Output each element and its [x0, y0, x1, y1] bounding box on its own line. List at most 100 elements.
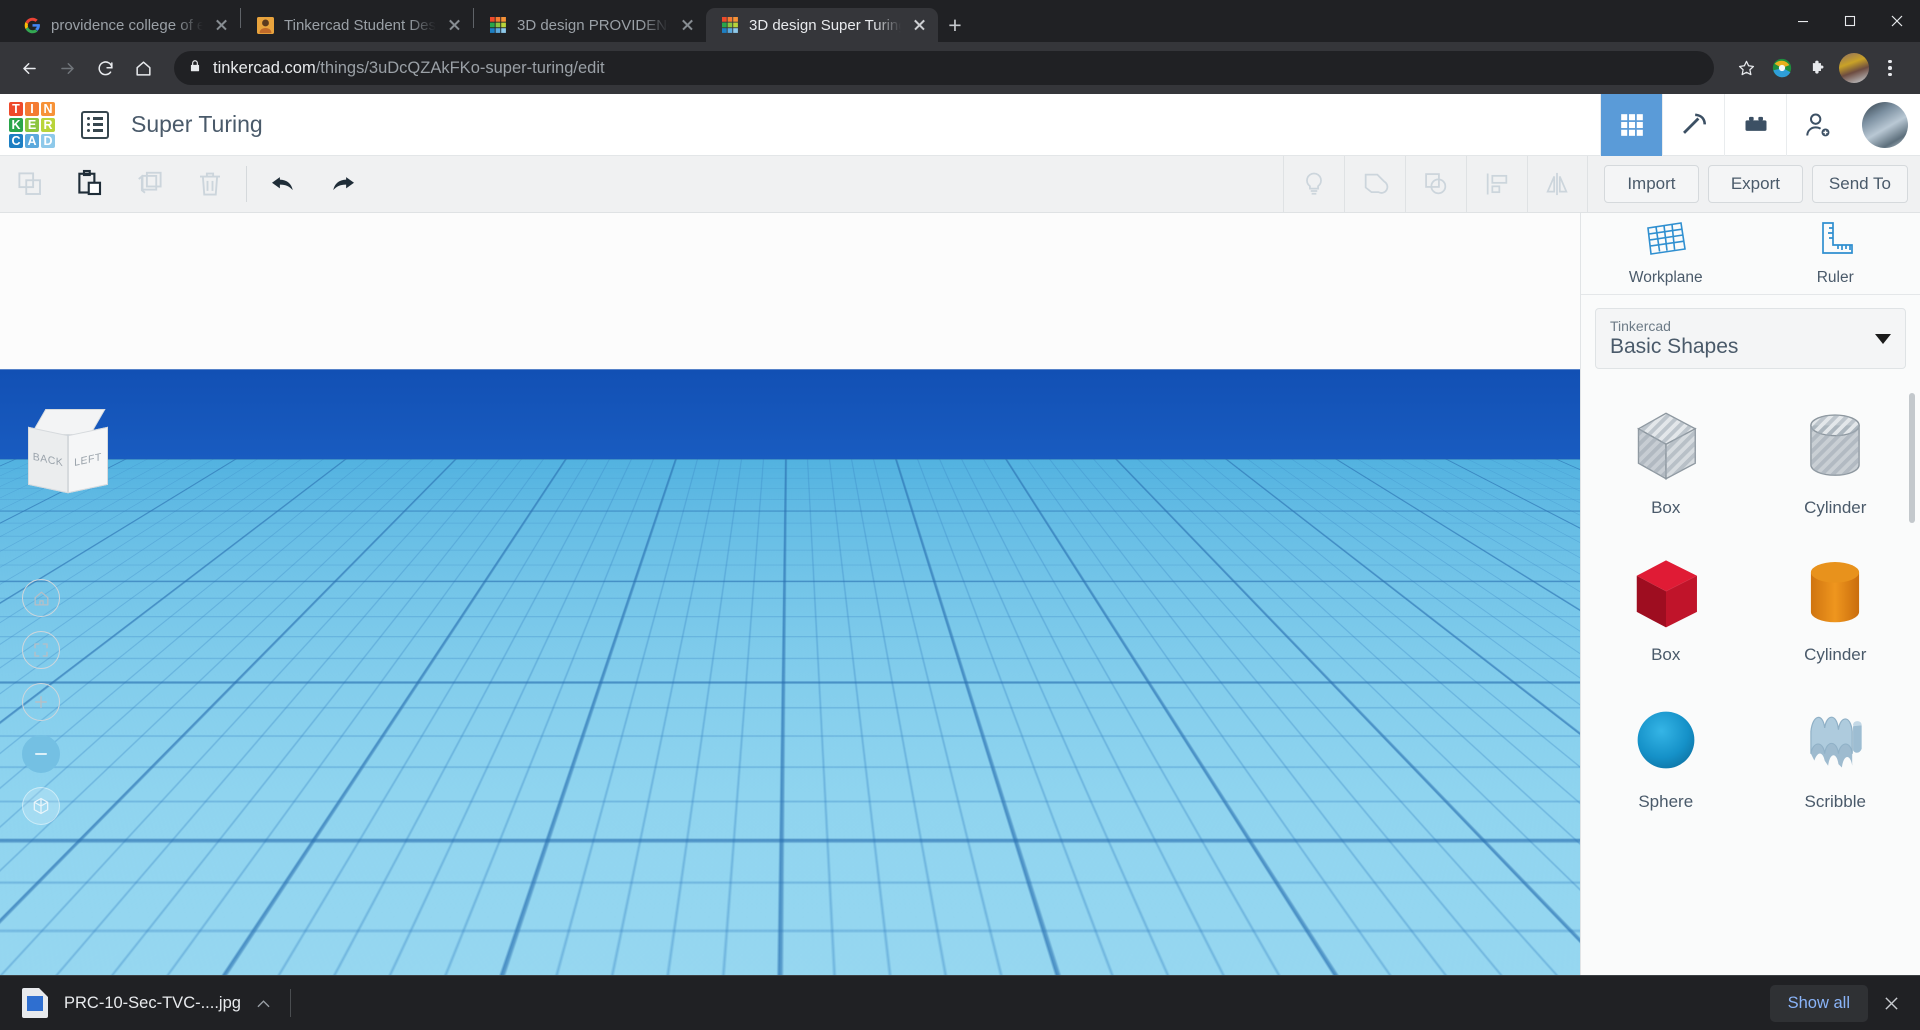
- import-button[interactable]: Import: [1604, 165, 1699, 203]
- panel-scrollbar[interactable]: [1909, 393, 1915, 523]
- export-button[interactable]: Export: [1708, 165, 1803, 203]
- workplane-tool[interactable]: Workplane: [1581, 213, 1751, 294]
- home-view-button[interactable]: [22, 579, 60, 617]
- extensions-puzzle-icon[interactable]: [1800, 50, 1836, 86]
- shape-label: Cylinder: [1804, 498, 1866, 518]
- 3d-viewport[interactable]: BACK LEFT Edit Grid Snap Grid 1.0 mm ❯: [0, 213, 1580, 975]
- align-button[interactable]: [1466, 156, 1527, 213]
- close-downloads-icon[interactable]: [1874, 986, 1908, 1020]
- logo-tile-k: K: [9, 118, 23, 132]
- browser-tab-1[interactable]: providence college of engineerin: [8, 8, 240, 42]
- reload-icon[interactable]: [88, 51, 122, 85]
- logo-tile-n: N: [41, 102, 55, 116]
- undo-button[interactable]: [253, 156, 313, 213]
- forward-arrow-icon[interactable]: [50, 51, 84, 85]
- shape-item-scribble[interactable]: Scribble: [1751, 683, 1920, 816]
- tab-strip: providence college of engineerin Tinkerc…: [0, 0, 1920, 42]
- send-to-button[interactable]: Send To: [1812, 165, 1908, 203]
- shape-item-sphere[interactable]: Sphere: [1581, 683, 1751, 816]
- chevron-down-icon: [1875, 334, 1891, 344]
- user-avatar[interactable]: [1862, 102, 1908, 148]
- window-controls: [1779, 0, 1920, 42]
- invite-person-icon[interactable]: [1786, 94, 1848, 156]
- fit-view-button[interactable]: [22, 631, 60, 669]
- group-button[interactable]: [1344, 156, 1405, 213]
- bookmark-star-icon[interactable]: [1728, 50, 1764, 86]
- tab-close-icon[interactable]: [678, 16, 696, 34]
- downloads-divider: [290, 989, 291, 1017]
- header-actions: [1600, 94, 1920, 156]
- maximize-button[interactable]: [1826, 0, 1873, 42]
- shape-item-cylinder-solid[interactable]: Cylinder: [1751, 536, 1920, 669]
- blocks-grid-icon[interactable]: [1600, 94, 1662, 156]
- tab-title: 3D design Super Turing | Tinkerca: [749, 17, 901, 34]
- minimize-button[interactable]: [1779, 0, 1826, 42]
- show-all-button[interactable]: Show all: [1770, 985, 1868, 1022]
- new-tab-button[interactable]: +: [938, 8, 972, 42]
- back-arrow-icon[interactable]: [12, 51, 46, 85]
- list-menu-icon[interactable]: [81, 111, 109, 139]
- paste-button[interactable]: [60, 156, 120, 213]
- delete-button[interactable]: [180, 156, 240, 213]
- history-group: [253, 156, 373, 213]
- sphere-shape: [1623, 697, 1709, 783]
- panel-collapse-button[interactable]: ❯: [1558, 555, 1580, 599]
- duplicate-button[interactable]: [120, 156, 180, 213]
- tinkercad-logo[interactable]: T I N K E R C A D: [9, 102, 55, 148]
- perspective-toggle-button[interactable]: [22, 787, 60, 825]
- library-owner: Tinkercad: [1610, 318, 1875, 334]
- logo-tile-i: I: [25, 102, 39, 116]
- close-button[interactable]: [1873, 0, 1920, 42]
- view-cube[interactable]: BACK LEFT: [22, 409, 114, 501]
- model-colonnaded-building[interactable]: [430, 633, 990, 975]
- tab-title: providence college of engineerin: [51, 17, 203, 34]
- zoom-out-button[interactable]: [22, 735, 60, 773]
- download-item[interactable]: PRC-10-Sec-TVC-....jpg: [12, 982, 284, 1024]
- shape-label: Cylinder: [1804, 645, 1866, 665]
- download-manager-icon[interactable]: [1764, 50, 1800, 86]
- shape-item-box-solid[interactable]: Box: [1581, 536, 1751, 669]
- tab-close-icon[interactable]: [445, 16, 463, 34]
- notes-button[interactable]: [1283, 156, 1344, 213]
- shape-label: Box: [1651, 645, 1680, 665]
- browser-toolbar: tinkercad.com/things/3uDcQZAkFKo-super-t…: [0, 42, 1920, 94]
- browser-tab-3[interactable]: 3D design PROVIDENCE | Tinkerc: [474, 8, 706, 42]
- chevron-up-icon[interactable]: [257, 996, 270, 1011]
- download-file-name: PRC-10-Sec-TVC-....jpg: [64, 994, 241, 1013]
- minecraft-pickaxe-icon[interactable]: [1662, 94, 1724, 156]
- ungroup-button[interactable]: [1405, 156, 1466, 213]
- snap-grid-select[interactable]: 1.0 mm: [1445, 931, 1544, 961]
- edit-grid-button[interactable]: Edit Grid: [1448, 889, 1544, 921]
- view-cube-back-face[interactable]: BACK: [28, 427, 68, 494]
- shape-library-dropdown[interactable]: Tinkercad Basic Shapes: [1595, 308, 1906, 369]
- address-bar[interactable]: tinkercad.com/things/3uDcQZAkFKo-super-t…: [174, 51, 1714, 85]
- box-hole-shape: [1623, 403, 1709, 489]
- app-header: T I N K E R C A D Super Turing: [0, 94, 1920, 156]
- browser-tab-2[interactable]: Tinkercad Student Design Contes: [241, 8, 473, 42]
- tab-close-icon[interactable]: [910, 16, 928, 34]
- app-body: BACK LEFT Edit Grid Snap Grid 1.0 mm ❯ W…: [0, 213, 1920, 975]
- shape-item-box-hole[interactable]: Box: [1581, 389, 1751, 522]
- redo-button[interactable]: [313, 156, 373, 213]
- ruler-tool[interactable]: Ruler: [1751, 213, 1920, 294]
- shape-label: Scribble: [1805, 792, 1866, 812]
- page-title: Super Turing: [131, 111, 263, 138]
- home-icon[interactable]: [126, 51, 160, 85]
- clipboard-group: [0, 156, 240, 213]
- lego-brick-icon[interactable]: [1724, 94, 1786, 156]
- profile-avatar[interactable]: [1836, 50, 1872, 86]
- shape-list[interactable]: Box Cylinder Box Cylinder Sphere Scribbl…: [1581, 379, 1920, 975]
- browser-tab-4-active[interactable]: 3D design Super Turing | Tinkerca: [706, 8, 938, 42]
- shape-item-cylinder-hole[interactable]: Cylinder: [1751, 389, 1920, 522]
- view-cube-left-face[interactable]: LEFT: [68, 427, 108, 494]
- mirror-button[interactable]: [1527, 156, 1588, 213]
- toolbar-divider: [246, 166, 247, 202]
- panel-tools: Workplane Ruler: [1581, 213, 1920, 295]
- chrome-menu-icon[interactable]: [1872, 50, 1908, 86]
- tab-close-icon[interactable]: [212, 16, 230, 34]
- url-text: tinkercad.com/things/3uDcQZAkFKo-super-t…: [213, 59, 605, 78]
- logo-tile-e: E: [25, 118, 39, 132]
- shape-label: Box: [1651, 498, 1680, 518]
- copy-button[interactable]: [0, 156, 60, 213]
- zoom-in-button[interactable]: [22, 683, 60, 721]
